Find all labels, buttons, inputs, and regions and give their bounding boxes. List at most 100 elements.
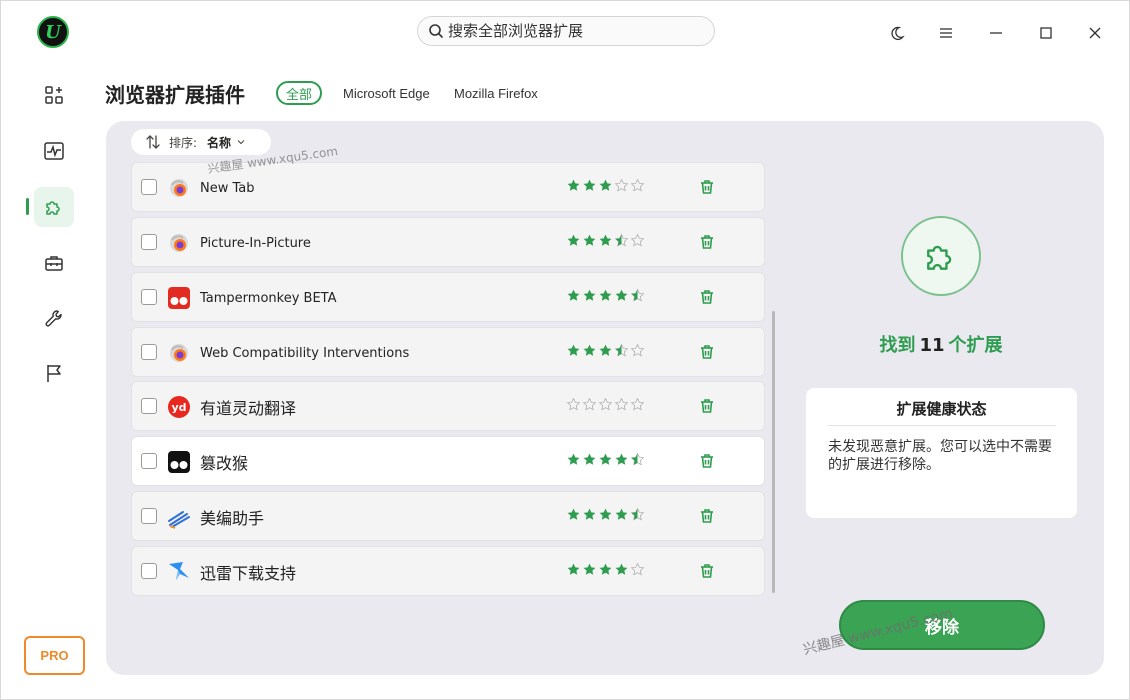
menu-button[interactable]: [934, 21, 958, 45]
found-count: 11: [919, 335, 945, 356]
firefox-icon: [167, 176, 191, 200]
trash-icon[interactable]: [698, 178, 716, 196]
found-prefix: 找到: [879, 335, 916, 356]
maximize-button[interactable]: [1034, 21, 1058, 45]
tampermonkey-beta-icon: [167, 286, 191, 310]
sidebar-item-extensions[interactable]: [34, 187, 74, 227]
rating-stars: [566, 507, 645, 525]
tab-microsoft-edge[interactable]: Microsoft Edge: [343, 81, 430, 105]
star-full-icon: [615, 508, 628, 520]
star-full-icon: [583, 563, 596, 575]
trash-icon[interactable]: [698, 233, 716, 251]
minimize-button[interactable]: [984, 21, 1008, 45]
trash-icon[interactable]: [698, 397, 716, 415]
row-checkbox[interactable]: [141, 453, 157, 469]
extension-name: 迅雷下载支持: [200, 564, 297, 583]
app-window: U PRO 浏览器扩展插件 全部 Microsoft Edge Mozilla: [0, 0, 1130, 700]
flag-icon: [47, 365, 61, 382]
youdao-icon: yd: [167, 395, 191, 419]
star-full-icon: [599, 179, 612, 191]
star-full-icon: [567, 563, 580, 575]
dark-mode-button[interactable]: [885, 21, 909, 45]
list-item[interactable]: yd 有道灵动翻译: [131, 381, 765, 431]
star-full-icon: [583, 453, 596, 465]
star-full-icon: [583, 234, 596, 246]
pro-button[interactable]: PRO: [24, 636, 85, 675]
extension-name: Tampermonkey BETA: [200, 290, 337, 306]
found-suffix: 个扩展: [948, 335, 1003, 356]
xunlei-icon: [167, 560, 191, 584]
puzzle-icon: [46, 201, 60, 215]
star-full-icon: [567, 344, 580, 356]
trash-icon[interactable]: [698, 507, 716, 525]
star-full-icon: [599, 453, 612, 465]
dashboard-icon: [45, 86, 63, 104]
row-checkbox[interactable]: [141, 344, 157, 360]
rating-stars: [566, 178, 645, 196]
star-empty-icon: [566, 397, 581, 411]
sort-dropdown[interactable]: 排序: 名称: [131, 129, 271, 155]
puzzle-icon: [927, 245, 952, 270]
close-button[interactable]: [1083, 21, 1107, 45]
list-item[interactable]: 篡改猴: [131, 436, 765, 486]
row-checkbox[interactable]: [141, 179, 157, 195]
rating-stars: [566, 562, 645, 580]
chevron-down-icon: [237, 140, 245, 145]
moon-icon: [891, 26, 905, 41]
star-full-icon: [599, 344, 612, 356]
maximize-icon: [1040, 27, 1052, 39]
star-full-icon: [615, 563, 628, 575]
hamburger-icon: [940, 28, 952, 38]
star-full-icon: [615, 453, 628, 465]
list-item[interactable]: 美编助手: [131, 491, 765, 541]
star-full-icon: [583, 344, 596, 356]
trash-icon[interactable]: [698, 452, 716, 470]
list-item[interactable]: Picture-In-Picture: [131, 217, 765, 267]
star-half-icon: [614, 233, 629, 247]
sidebar-item-flag[interactable]: [34, 353, 74, 393]
list-item[interactable]: 迅雷下载支持: [131, 546, 765, 596]
sidebar-item-tools[interactable]: [34, 299, 74, 339]
list-item[interactable]: Tampermonkey BETA: [131, 272, 765, 322]
app-logo: U: [37, 16, 69, 48]
trash-icon[interactable]: [698, 288, 716, 306]
sidebar-item-toolbox[interactable]: [34, 243, 74, 283]
sidebar-item-dashboard[interactable]: [34, 75, 74, 115]
star-full-icon: [599, 508, 612, 520]
list-item[interactable]: Web Compatibility Interventions: [131, 327, 765, 377]
extension-name: 篡改猴: [200, 454, 249, 473]
tab-all[interactable]: 全部: [276, 81, 323, 105]
star-empty-icon: [630, 562, 645, 576]
star-full-icon: [599, 563, 612, 575]
star-full-icon: [567, 453, 580, 465]
sidebar-item-performance[interactable]: [34, 131, 74, 171]
star-empty-icon: [630, 178, 645, 192]
star-empty-icon: [630, 343, 645, 357]
star-empty-icon: [598, 397, 613, 411]
star-full-icon: [583, 179, 596, 191]
list-scrollbar[interactable]: [772, 311, 775, 593]
found-count-text: 找到 11 个扩展: [861, 331, 1021, 357]
star-half-icon: [630, 288, 645, 302]
divider: [828, 425, 1056, 426]
star-full-icon: [599, 234, 612, 246]
row-checkbox[interactable]: [141, 563, 157, 579]
trash-icon[interactable]: [698, 343, 716, 361]
row-checkbox[interactable]: [141, 289, 157, 305]
rating-stars: [566, 397, 645, 415]
active-indicator: [26, 198, 29, 215]
star-full-icon: [615, 289, 628, 301]
search-box[interactable]: [417, 16, 715, 46]
tab-mozilla-firefox[interactable]: Mozilla Firefox: [454, 81, 538, 105]
star-half-icon: [630, 452, 645, 466]
search-input[interactable]: [448, 22, 698, 40]
row-checkbox[interactable]: [141, 398, 157, 414]
row-checkbox[interactable]: [141, 234, 157, 250]
extension-name: 有道灵动翻译: [200, 399, 297, 418]
star-full-icon: [567, 508, 580, 520]
star-half-icon: [630, 507, 645, 521]
row-checkbox[interactable]: [141, 508, 157, 524]
extensions-summary-icon: [901, 216, 981, 296]
sort-label: 排序:: [169, 135, 198, 150]
trash-icon[interactable]: [698, 562, 716, 580]
